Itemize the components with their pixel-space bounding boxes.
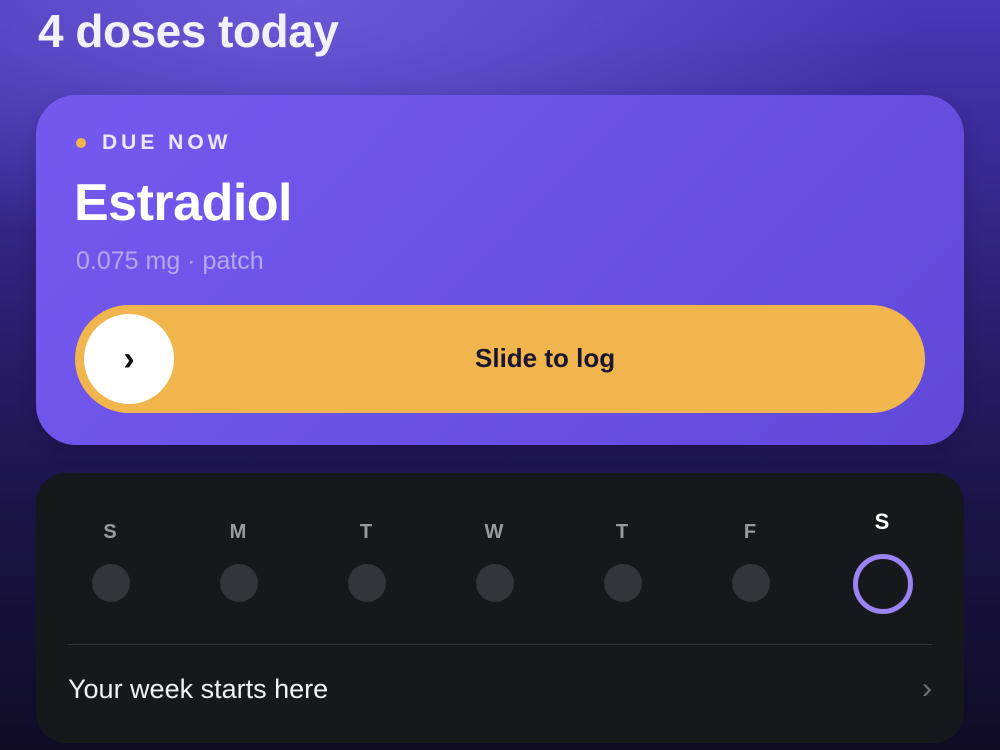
due-status: DUE NOW [76,131,232,155]
day-sunday[interactable]: S [70,521,150,544]
medication-detail: 0.075 mg · patch [76,247,264,275]
due-status-label: DUE NOW [102,131,232,154]
slider-thumb[interactable]: › [84,314,174,404]
slide-to-log-slider[interactable]: › Slide to log [75,305,925,413]
divider [68,644,932,645]
day-status-dot[interactable] [92,564,130,602]
day-letter: F [743,521,757,543]
day-thursday[interactable]: T [582,521,662,544]
due-now-card: DUE NOW Estradiol 0.075 mg · patch › Sli… [36,95,964,445]
week-start-row[interactable]: Your week starts here › [68,659,932,719]
day-letter: S [103,521,117,543]
week-card: S M T W T F S Your week starts here › [36,473,964,743]
day-letter: S [874,509,890,534]
day-status-dot[interactable] [476,564,514,602]
medication-name: Estradiol [74,174,293,232]
week-start-label: Your week starts here [68,673,329,704]
chevron-right-icon: › [123,339,135,378]
day-letter: T [615,521,629,543]
day-status-dot[interactable] [604,564,642,602]
chevron-right-icon: › [922,672,932,705]
day-letter: W [484,521,504,543]
day-tuesday[interactable]: T [326,521,406,544]
slider-label: Slide to log [475,343,616,373]
day-saturday-today[interactable]: S [842,509,922,535]
day-wednesday[interactable]: W [454,521,534,544]
day-letter: M [229,521,247,543]
day-status-dot[interactable] [732,564,770,602]
status-dot-icon [76,138,86,148]
day-status-dot[interactable] [220,564,258,602]
day-monday[interactable]: M [198,521,278,544]
day-letter: T [359,521,373,543]
today-ring[interactable] [853,554,913,614]
page-title: 4 doses today [38,5,339,57]
day-friday[interactable]: F [710,521,790,544]
day-status-dot[interactable] [348,564,386,602]
